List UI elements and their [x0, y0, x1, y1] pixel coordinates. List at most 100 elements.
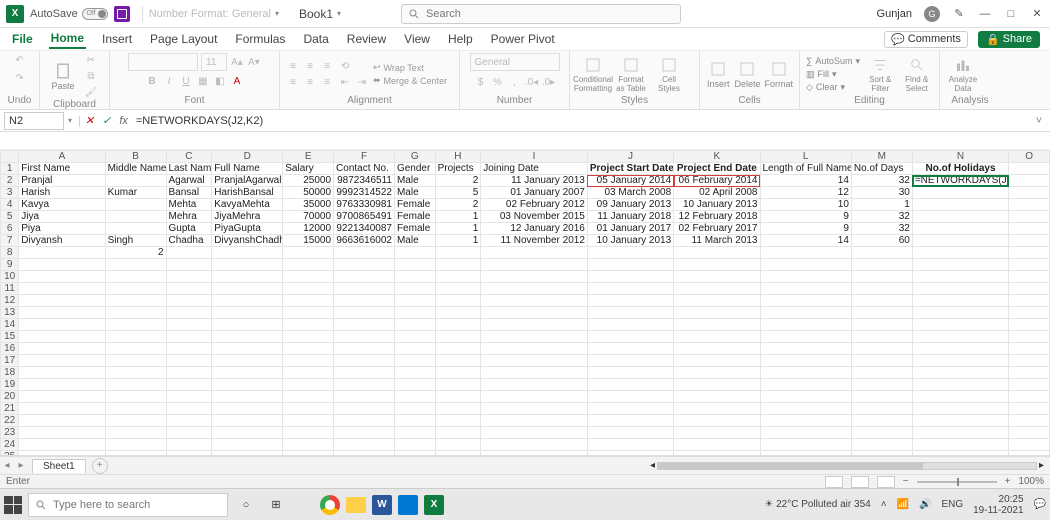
cell-B20[interactable]: [105, 391, 166, 403]
col-header-J[interactable]: J: [587, 151, 673, 163]
cell-L8[interactable]: [760, 247, 851, 259]
cell-E21[interactable]: [283, 403, 334, 415]
cell-I1[interactable]: Joining Date: [481, 163, 588, 175]
cell-G20[interactable]: [394, 391, 435, 403]
cell-E19[interactable]: [283, 379, 334, 391]
cell-D23[interactable]: [212, 427, 283, 439]
cell-K20[interactable]: [674, 391, 760, 403]
view-normal-button[interactable]: [825, 476, 843, 488]
cell-H19[interactable]: [435, 379, 481, 391]
cell-G1[interactable]: Gender: [394, 163, 435, 175]
row-header-14[interactable]: 14: [1, 319, 19, 331]
cell-K25[interactable]: [674, 451, 760, 457]
cell-B6[interactable]: [105, 223, 166, 235]
row-header-25[interactable]: 25: [1, 451, 19, 457]
cell-H15[interactable]: [435, 331, 481, 343]
cell-L10[interactable]: [760, 271, 851, 283]
format-as-table-button[interactable]: Format as Table: [614, 56, 648, 93]
col-header-K[interactable]: K: [674, 151, 760, 163]
cell-D7[interactable]: DivyanshChadha: [212, 235, 283, 247]
cell-M20[interactable]: [851, 391, 912, 403]
cell-N8[interactable]: [912, 247, 1008, 259]
cell-G19[interactable]: [394, 379, 435, 391]
cell-J8[interactable]: [587, 247, 673, 259]
cell-H6[interactable]: 1: [435, 223, 481, 235]
cell-G15[interactable]: [394, 331, 435, 343]
cell-I12[interactable]: [481, 295, 588, 307]
comments-button[interactable]: 💬 Comments: [884, 31, 968, 48]
cell-N11[interactable]: [912, 283, 1008, 295]
cell-J6[interactable]: 01 January 2017: [587, 223, 673, 235]
cell-K10[interactable]: [674, 271, 760, 283]
enter-icon[interactable]: ✓: [102, 114, 111, 127]
cell-A8[interactable]: [19, 247, 105, 259]
row-header-3[interactable]: 3: [1, 187, 19, 199]
col-header-B[interactable]: B: [105, 151, 166, 163]
cell-D3[interactable]: HarishBansal: [212, 187, 283, 199]
cell-H3[interactable]: 5: [435, 187, 481, 199]
cell-A17[interactable]: [19, 355, 105, 367]
cell-M21[interactable]: [851, 403, 912, 415]
cell-J16[interactable]: [587, 343, 673, 355]
cell-O8[interactable]: [1009, 247, 1050, 259]
row-header-16[interactable]: 16: [1, 343, 19, 355]
row-header-17[interactable]: 17: [1, 355, 19, 367]
cell-J10[interactable]: [587, 271, 673, 283]
cell-M2[interactable]: 32: [851, 175, 912, 187]
cell-O1[interactable]: [1009, 163, 1050, 175]
cell-D20[interactable]: [212, 391, 283, 403]
row-header-5[interactable]: 5: [1, 211, 19, 223]
row-header-9[interactable]: 9: [1, 259, 19, 271]
cell-L12[interactable]: [760, 295, 851, 307]
cell-O3[interactable]: [1009, 187, 1050, 199]
cut-icon[interactable]: ✂: [84, 53, 98, 67]
cell-M15[interactable]: [851, 331, 912, 343]
cell-J7[interactable]: 10 January 2013: [587, 235, 673, 247]
cell-I5[interactable]: 03 November 2015: [481, 211, 588, 223]
sheet-nav-next[interactable]: ▸: [14, 460, 28, 471]
cell-A23[interactable]: [19, 427, 105, 439]
cell-E2[interactable]: 25000: [283, 175, 334, 187]
cell-A5[interactable]: Jiya: [19, 211, 105, 223]
cell-N23[interactable]: [912, 427, 1008, 439]
cell-I22[interactable]: [481, 415, 588, 427]
name-box[interactable]: N2: [4, 112, 64, 130]
cell-I2[interactable]: 11 January 2013: [481, 175, 588, 187]
save-icon[interactable]: [114, 6, 130, 22]
cell-K11[interactable]: [674, 283, 760, 295]
cell-B24[interactable]: [105, 439, 166, 451]
cell-L6[interactable]: 9: [760, 223, 851, 235]
cell-E22[interactable]: [283, 415, 334, 427]
cell-E10[interactable]: [283, 271, 334, 283]
cell-L17[interactable]: [760, 355, 851, 367]
col-header-M[interactable]: M: [851, 151, 912, 163]
cell-G16[interactable]: [394, 343, 435, 355]
chrome-icon[interactable]: [320, 495, 340, 515]
cell-F22[interactable]: [334, 415, 395, 427]
cell-K7[interactable]: 11 March 2013: [674, 235, 760, 247]
format-painter-icon[interactable]: 🖌: [84, 85, 98, 99]
cell-K14[interactable]: [674, 319, 760, 331]
tab-home[interactable]: Home: [49, 29, 86, 49]
cell-B4[interactable]: [105, 199, 166, 211]
cell-F17[interactable]: [334, 355, 395, 367]
cell-A15[interactable]: [19, 331, 105, 343]
merge-center-button[interactable]: ⬌ Merge & Center: [373, 75, 447, 86]
worksheet-grid[interactable]: ABCDEFGHIJKLMNO1First NameMiddle NameLas…: [0, 150, 1050, 456]
tab-review[interactable]: Review: [345, 30, 388, 48]
cell-F25[interactable]: [334, 451, 395, 457]
cell-A4[interactable]: Kavya: [19, 199, 105, 211]
sheet-nav-prev[interactable]: ◂: [0, 460, 14, 471]
chevron-down-icon[interactable]: ▾: [275, 9, 279, 18]
cell-L18[interactable]: [760, 367, 851, 379]
row-header-10[interactable]: 10: [1, 271, 19, 283]
fill-color-icon[interactable]: ◧: [213, 74, 227, 88]
cell-G25[interactable]: [394, 451, 435, 457]
cell-F16[interactable]: [334, 343, 395, 355]
row-header-7[interactable]: 7: [1, 235, 19, 247]
cell-G12[interactable]: [394, 295, 435, 307]
cell-O19[interactable]: [1009, 379, 1050, 391]
cell-D14[interactable]: [212, 319, 283, 331]
cell-F12[interactable]: [334, 295, 395, 307]
cell-L9[interactable]: [760, 259, 851, 271]
